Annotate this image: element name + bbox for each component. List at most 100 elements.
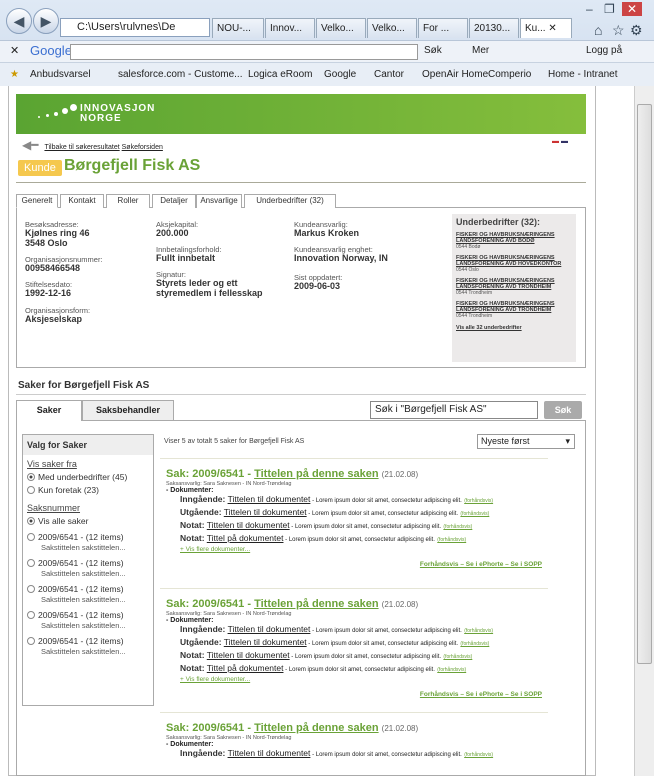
document-link[interactable]: Tittel på dokumentet — [207, 663, 284, 673]
preview-link[interactable]: (forhåndsvis) — [464, 752, 493, 758]
tab-saker[interactable]: Saker — [16, 400, 82, 421]
subsidiary-link[interactable]: FISKERI OG HAVBRUKSNÆRINGENS LANDSFORENI… — [456, 301, 572, 313]
radio-with-subsidiaries[interactable]: Med underbedrifter (45) — [27, 472, 153, 482]
radio-case[interactable]: 2009/6541 - (12 items) — [27, 532, 153, 542]
document-row: Notat: Tittel på dokumentet - Lorem ipsu… — [180, 533, 542, 546]
site-logo[interactable]: INNOVASJON NORGE — [80, 104, 155, 124]
case-search-input[interactable]: Søk i "Børgefjell Fisk AS" — [370, 401, 538, 419]
favorite-link[interactable]: Cantor — [374, 69, 404, 80]
radio-company-only[interactable]: Kun foretak (23) — [27, 485, 153, 495]
tab-underbedrifter[interactable]: Underbedrifter (32) — [244, 194, 336, 208]
document-link[interactable]: Tittelen til dokumentet — [224, 637, 307, 647]
favorite-link[interactable]: Home - Intranet — [548, 69, 617, 80]
more-documents-link[interactable]: + Vis flere dokumenter... — [180, 676, 542, 683]
scrollbar-thumb[interactable] — [637, 104, 652, 664]
browser-tab[interactable]: Innov... — [265, 18, 315, 38]
browser-tab[interactable]: Velko... — [316, 18, 366, 38]
front-page-link[interactable]: Søkeforsiden — [122, 144, 163, 151]
preview-link[interactable]: (forhåndsvis) — [460, 511, 489, 517]
case-separator — [160, 458, 548, 459]
favorite-link[interactable]: salesforce.com - Custome... — [118, 69, 242, 80]
star-icon[interactable]: ☆ — [612, 22, 625, 39]
gear-icon[interactable]: ⚙ — [630, 22, 643, 39]
forward-button[interactable]: ▶ — [33, 8, 59, 34]
case-actions-links[interactable]: Forhåndsvis – Se i ePhorte – Se i SOPP — [420, 691, 542, 698]
preview-link[interactable]: (forhåndsvis) — [464, 498, 493, 504]
case-title-link[interactable]: Tittelen på denne saken — [254, 722, 379, 734]
back-button[interactable]: ◀ — [6, 8, 32, 34]
browser-tab[interactable]: 20130... — [469, 18, 519, 38]
home-icon[interactable]: ⌂ — [594, 22, 602, 38]
casenr-heading: Saksnummer — [27, 503, 81, 513]
browser-tab-active[interactable]: Ku... ✕ — [520, 18, 572, 38]
document-type: Notat: — [180, 520, 205, 530]
google-logo: Google — [30, 43, 72, 58]
document-link[interactable]: Tittelen til dokumentet — [224, 507, 307, 517]
customer-tabs: Generelt Kontakt Roller Detaljer Ansvarl… — [16, 194, 586, 208]
preview-link[interactable]: (forhåndsvis) — [460, 641, 489, 647]
document-link[interactable]: Tittelen til dokumentet — [207, 520, 290, 530]
preview-link[interactable]: (forhåndsvis) — [437, 667, 466, 673]
radio-show-all[interactable]: Vis alle saker — [27, 516, 153, 526]
document-link[interactable]: Tittel på dokumentet — [207, 533, 284, 543]
sort-select[interactable]: Nyeste først ▾ — [477, 434, 575, 449]
radio-case[interactable]: 2009/6541 - (12 items) — [27, 584, 153, 594]
tab-saksbehandler[interactable]: Saksbehandler — [82, 400, 174, 420]
document-link[interactable]: Tittelen til dokumentet — [228, 624, 311, 634]
login-link[interactable]: Logg på — [586, 45, 622, 56]
back-to-results-link[interactable]: Tilbake til søkeresultatet — [44, 144, 119, 151]
close-window-icon[interactable]: ✕ — [622, 2, 643, 16]
favorite-link[interactable]: Logica eRoom — [248, 69, 312, 80]
google-search-button[interactable]: Søk — [424, 45, 442, 56]
tab-kontakt[interactable]: Kontakt — [60, 194, 104, 208]
case-search-button[interactable]: Søk — [544, 401, 582, 419]
tab-detaljer[interactable]: Detaljer — [152, 194, 196, 208]
preview-link[interactable]: (forhåndsvis) — [437, 537, 466, 543]
favorite-link[interactable]: Anbudsvarsel — [30, 69, 91, 80]
case-actions-links[interactable]: Forhåndsvis – Se i ePhorte – Se i SOPP — [420, 561, 542, 568]
subsidiary-link[interactable]: FISKERI OG HAVBRUKSNÆRINGENS LANDSFORENI… — [456, 278, 572, 290]
document-link[interactable]: Tittelen til dokumentet — [228, 748, 311, 758]
document-link[interactable]: Tittelen til dokumentet — [228, 494, 311, 504]
document-row: Notat: Tittelen til dokumentet - Lorem i… — [180, 520, 542, 533]
result-count: Viser 5 av totalt 5 saker for Børgefjell… — [164, 438, 305, 445]
more-documents-link[interactable]: + Vis flere dokumenter... — [180, 546, 542, 553]
address-bar[interactable]: C:\Users\rulvnes\De — [60, 18, 210, 37]
tab-roller[interactable]: Roller — [106, 194, 150, 208]
subsidiary-link[interactable]: FISKERI OG HAVBRUKSNÆRINGENS LANDSFORENI… — [456, 255, 572, 267]
vertical-scrollbar[interactable] — [634, 86, 654, 776]
english-flag-icon[interactable]: ▬ — [561, 138, 568, 145]
favorite-link[interactable]: Comperio — [488, 69, 531, 80]
case-title-link[interactable]: Tittelen på denne saken — [254, 468, 379, 480]
minimize-icon[interactable]: – — [586, 2, 593, 16]
radio-case[interactable]: 2009/6541 - (12 items) — [27, 558, 153, 568]
preview-link[interactable]: (forhåndsvis) — [443, 654, 472, 660]
favorites-star-icon[interactable]: ★ — [10, 69, 19, 80]
back-arrow-icon[interactable]: ◀━ — [22, 138, 38, 152]
radio-case[interactable]: 2009/6541 - (12 items) — [27, 636, 153, 646]
google-search-input[interactable] — [70, 44, 418, 60]
close-toolbar-icon[interactable]: ✕ — [10, 44, 19, 57]
restore-icon[interactable]: ❐ — [604, 2, 615, 16]
case-title-link[interactable]: Tittelen på denne saken — [254, 598, 379, 610]
radio-case[interactable]: 2009/6541 - (12 items) — [27, 610, 153, 620]
favorite-link[interactable]: OpenAir Home — [422, 69, 488, 80]
documents-label: - Dokumenter: — [166, 741, 214, 748]
case-separator — [160, 712, 548, 713]
norwegian-flag-icon[interactable]: ▬ — [552, 138, 559, 145]
subsidiary-link[interactable]: FISKERI OG HAVBRUKSNÆRINGENS LANDSFORENI… — [456, 232, 572, 244]
document-link[interactable]: Tittelen til dokumentet — [207, 650, 290, 660]
favorite-link[interactable]: Google — [324, 69, 356, 80]
tab-generelt[interactable]: Generelt — [16, 194, 58, 208]
address-value: Kjølnes ring 46 3548 Oslo — [25, 228, 90, 248]
browser-tab[interactable]: Velko... — [367, 18, 417, 38]
tab-ansvarlige[interactable]: Ansvarlige — [196, 194, 242, 208]
browser-tab[interactable]: NOU-... — [212, 18, 264, 38]
preview-link[interactable]: (forhåndsvis) — [443, 524, 472, 530]
browser-tab[interactable]: For ... — [418, 18, 468, 38]
founded-value: 1992-12-16 — [25, 288, 72, 298]
all-subsidiaries-link[interactable]: Vis alle 32 underbedrifter — [456, 325, 572, 331]
more-button[interactable]: Mer — [472, 45, 489, 56]
preview-link[interactable]: (forhåndsvis) — [464, 628, 493, 634]
tab-label: 20130... — [474, 23, 511, 34]
